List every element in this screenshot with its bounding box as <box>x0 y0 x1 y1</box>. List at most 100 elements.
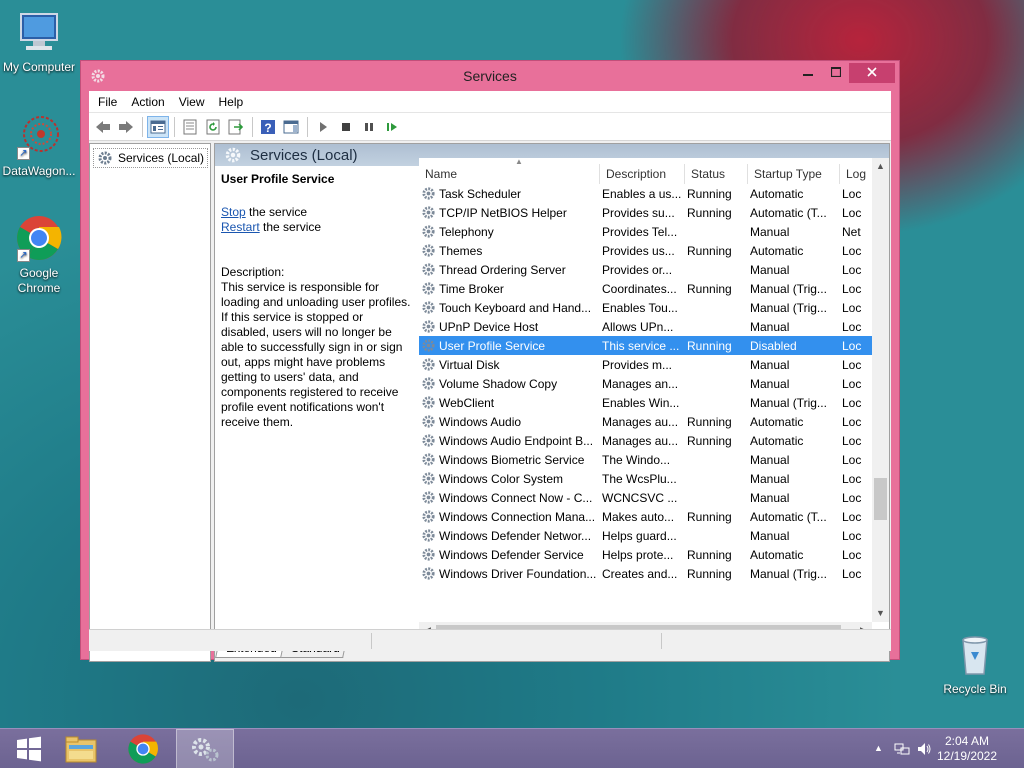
service-name-cell: Windows Driver Foundation... <box>419 566 598 581</box>
service-row[interactable]: Windows Connect Now - C... WCNCSVC ... Man… <box>419 488 877 507</box>
export-icon <box>228 119 244 134</box>
service-name-cell: Windows Audio <box>419 414 598 429</box>
service-name: Windows Color System <box>439 471 564 486</box>
service-name-cell: Windows Connect Now - C... <box>419 490 598 505</box>
services-list: ▲ Name Description Status Startup Type L… <box>419 157 889 639</box>
restart-service-link[interactable]: Restart <box>221 220 260 234</box>
status-bar <box>89 629 891 651</box>
shortcut-arrow-icon: ↗ <box>17 147 30 160</box>
service-log-on-as: Loc <box>842 528 862 543</box>
desktop-icon-datawagon[interactable]: ↗ DataWagon... <box>0 112 78 179</box>
column-header-name[interactable]: Name <box>419 164 600 184</box>
service-row[interactable]: TCP/IP NetBIOS Helper Provides su... Runni… <box>419 203 877 222</box>
service-log-on-as: Loc <box>842 566 862 581</box>
service-row[interactable]: WebClient Enables Win... Manual (Trig... Lo… <box>419 393 877 412</box>
service-startup-type: Manual (Trig... <box>750 300 827 315</box>
menu-action[interactable]: Action <box>124 91 171 113</box>
help-icon: ? <box>261 119 275 135</box>
service-log-on-as: Loc <box>842 357 862 372</box>
column-header-startup-type[interactable]: Startup Type <box>748 164 840 184</box>
service-status: Running <box>687 509 732 524</box>
refresh-button[interactable] <box>202 116 224 138</box>
restart-service-button[interactable] <box>381 116 403 138</box>
minimize-button[interactable] <box>795 63 821 83</box>
show-hide-action-pane-button[interactable] <box>280 116 302 138</box>
service-row[interactable]: Time Broker Coordinates... Running Manual (… <box>419 279 877 298</box>
service-log-on-as: Loc <box>842 547 862 562</box>
taskbar-chrome[interactable] <box>114 729 172 768</box>
window-titlebar[interactable]: Services <box>81 61 899 91</box>
taskbar-file-explorer[interactable] <box>52 729 110 768</box>
pause-service-button[interactable] <box>358 116 380 138</box>
network-icon[interactable] <box>894 741 910 760</box>
service-row[interactable]: Windows Audio Endpoint B... Manages au...… <box>419 431 877 450</box>
service-description: Provides us... <box>602 243 675 258</box>
stop-service-link[interactable]: Stop <box>221 205 246 219</box>
service-row[interactable]: Telephony Provides Tel... Manual Net <box>419 222 877 241</box>
desktop-icon-my-computer[interactable]: My Computer <box>0 8 78 75</box>
scroll-up-arrow-icon[interactable]: ▲ <box>872 158 889 175</box>
back-button[interactable] <box>92 116 114 138</box>
service-row[interactable]: Windows Defender Service Helps prote... Ru… <box>419 545 877 564</box>
service-name-cell: Virtual Disk <box>419 357 598 372</box>
stop-service-button[interactable] <box>335 116 357 138</box>
main-area: Services (Local) Services (Local) User P… <box>89 142 891 662</box>
taskbar-services[interactable] <box>176 729 234 768</box>
menu-help[interactable]: Help <box>212 91 251 113</box>
service-row[interactable]: Themes Provides us... Running Automatic Loc <box>419 241 877 260</box>
show-hidden-icons-icon[interactable]: ▲ <box>874 743 883 753</box>
service-row[interactable]: Windows Audio Manages au... Running Automat… <box>419 412 877 431</box>
taskbar-clock[interactable]: 2:04 AM 12/19/2022 <box>932 734 1002 764</box>
service-log-on-as: Loc <box>842 452 862 467</box>
show-hide-console-tree-button[interactable] <box>147 115 169 138</box>
service-row[interactable]: UPnP Device Host Allows UPn... Manual Loc <box>419 317 877 336</box>
service-row[interactable]: Thread Ordering Server Provides or... Manu… <box>419 260 877 279</box>
service-description: Allows UPn... <box>602 319 674 334</box>
start-service-button[interactable] <box>312 116 334 138</box>
service-log-on-as: Loc <box>842 338 862 353</box>
toolbar-separator <box>174 116 175 137</box>
forward-button[interactable] <box>115 116 137 138</box>
service-name: Thread Ordering Server <box>439 262 566 277</box>
service-row[interactable]: User Profile Service This service ... Runn… <box>419 336 877 355</box>
properties-sheet-button[interactable] <box>179 116 201 138</box>
column-header-status[interactable]: Status <box>685 164 748 184</box>
service-row[interactable]: Volume Shadow Copy Manages an... Manual Loc <box>419 374 877 393</box>
service-row[interactable]: Touch Keyboard and Hand... Enables Tou...… <box>419 298 877 317</box>
desktop-icon-chrome[interactable]: ↗ Google Chrome <box>0 214 78 296</box>
vertical-scroll-thumb[interactable] <box>874 478 887 520</box>
service-description: Provides or... <box>602 262 673 277</box>
service-row[interactable]: Windows Driver Foundation... Creates and.… <box>419 564 877 583</box>
column-header-log-on-as[interactable]: Log <box>840 164 866 184</box>
service-name: UPnP Device Host <box>439 319 539 334</box>
menu-view[interactable]: View <box>172 91 212 113</box>
service-startup-type: Manual (Trig... <box>750 281 827 296</box>
column-header-description[interactable]: Description <box>600 164 685 184</box>
desktop-icon-recycle-bin[interactable]: Recycle Bin <box>936 630 1014 697</box>
export-list-button[interactable] <box>225 116 247 138</box>
service-gear-icon <box>422 187 435 200</box>
maximize-button[interactable] <box>823 63 849 83</box>
menu-file[interactable]: File <box>91 91 124 113</box>
service-row[interactable]: Virtual Disk Provides m... Manual Loc <box>419 355 877 374</box>
scroll-down-arrow-icon[interactable]: ▼ <box>872 605 889 622</box>
volume-icon[interactable] <box>916 741 932 760</box>
service-row[interactable]: Windows Connection Mana... Makes auto... R… <box>419 507 877 526</box>
tree-item-services-local[interactable]: Services (Local) <box>93 148 209 168</box>
service-row[interactable]: Windows Biometric Service The Windo... Man… <box>419 450 877 469</box>
help-button[interactable]: ? <box>257 116 279 138</box>
service-startup-type: Disabled <box>750 338 797 353</box>
start-button[interactable] <box>0 729 58 768</box>
close-button[interactable] <box>849 63 895 83</box>
vertical-scrollbar[interactable]: ▲ ▼ <box>872 158 889 622</box>
service-gear-icon <box>422 415 435 428</box>
svg-text:?: ? <box>264 121 271 135</box>
service-row[interactable]: Windows Color System The WcsPlu... Manual L… <box>419 469 877 488</box>
service-name: Windows Driver Foundation... <box>439 566 597 581</box>
service-row[interactable]: Task Scheduler Enables a us... Running Auto… <box>419 184 877 203</box>
taskbar: ▲ 2:04 AM 12/19/2022 <box>0 728 1024 768</box>
refresh-icon <box>206 119 220 134</box>
service-name-cell: Themes <box>419 243 598 258</box>
toolbar-separator <box>307 116 308 137</box>
service-row[interactable]: Windows Defender Networ... Helps guard...… <box>419 526 877 545</box>
